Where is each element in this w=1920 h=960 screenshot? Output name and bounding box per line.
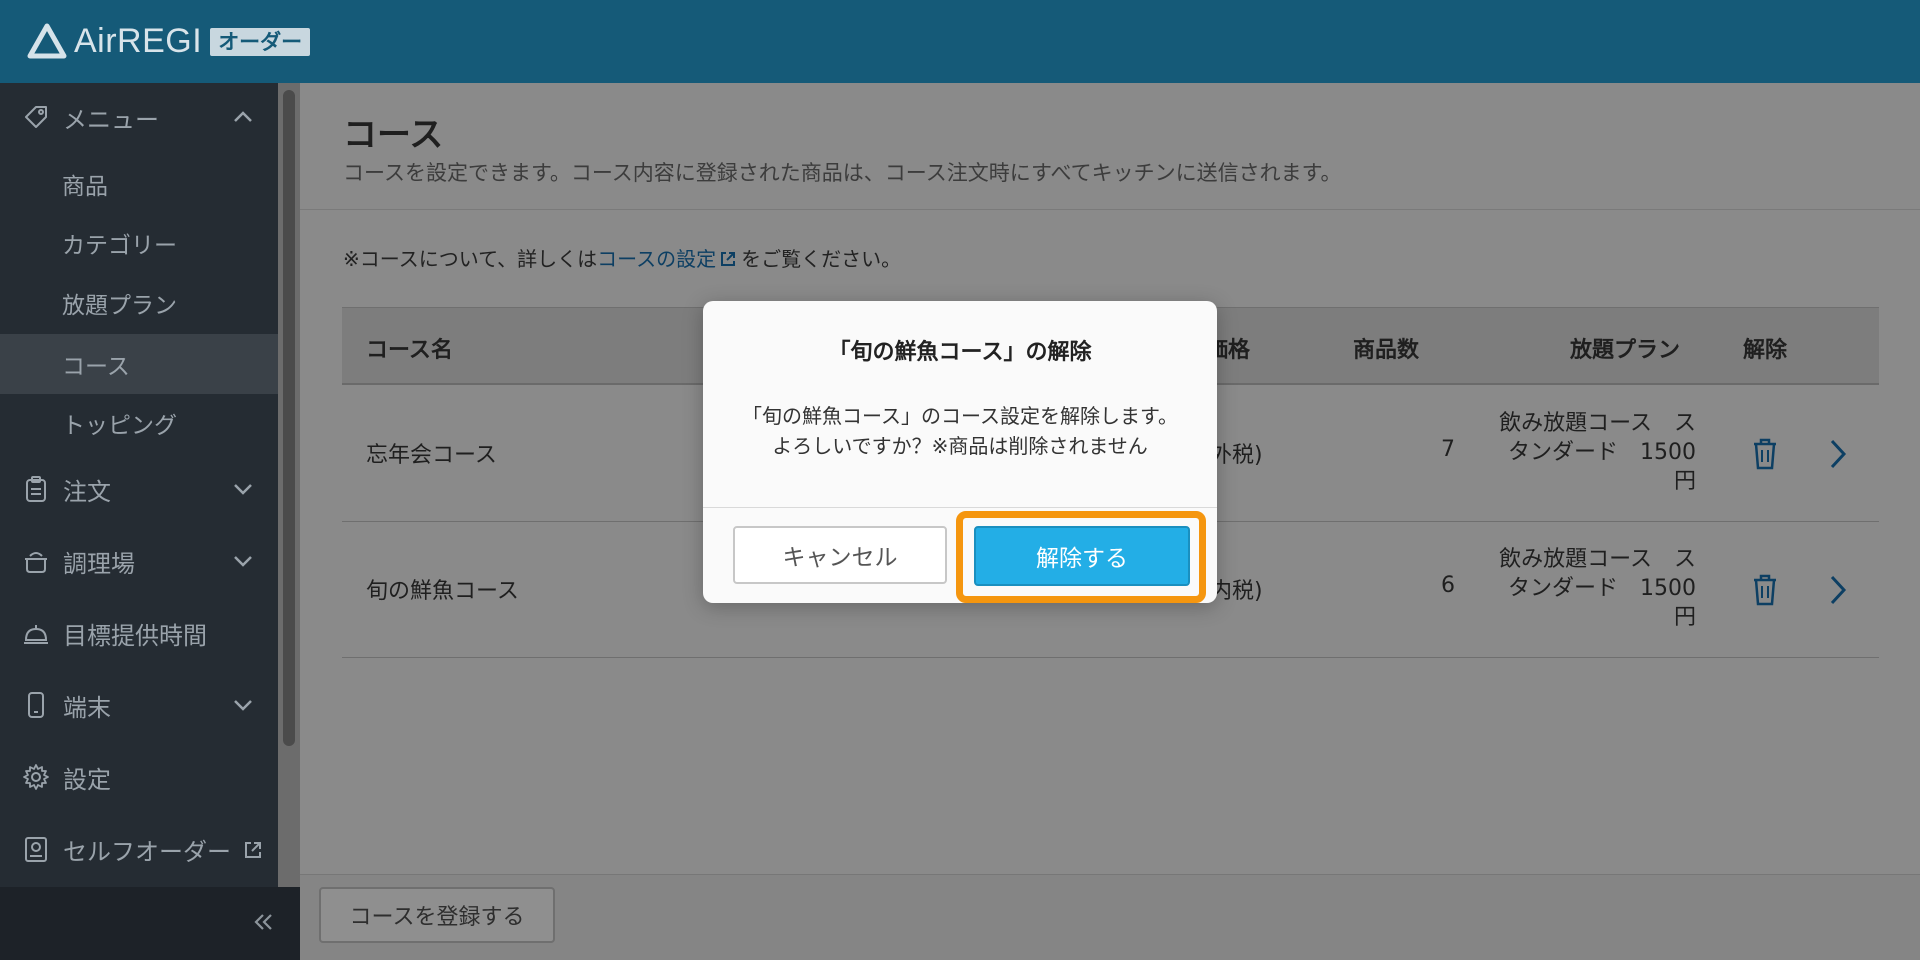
logo-badge: オーダー	[210, 27, 311, 56]
header-remove: 解除	[1743, 338, 1788, 363]
app-header: AirREGI オーダー	[0, 0, 1920, 83]
sidebar-item-label: セルフオーダー	[63, 837, 231, 866]
chevron-down-icon	[234, 556, 252, 567]
header-divider	[300, 209, 1920, 210]
external-link-icon	[245, 842, 261, 858]
chevron-down-icon	[234, 700, 252, 711]
plan-line: 円	[1673, 605, 1696, 630]
sidebar-item-label: 調理場	[63, 549, 135, 578]
course-plan: 飲み放題コース ス タンダード 1500 円	[1466, 409, 1696, 496]
sidebar-subitem-topping[interactable]: トッピング	[0, 393, 278, 453]
sidebar-scrollbar-thumb[interactable]	[283, 90, 295, 746]
plan-line: タンダード 1500	[1508, 440, 1696, 465]
sidebar-item-self-order[interactable]: セルフオーダー	[0, 827, 278, 871]
collapse-sidebar-icon[interactable]	[252, 911, 274, 933]
course-price: 内税)	[1210, 579, 1263, 604]
sidebar-subitem-label: トッピング	[62, 413, 177, 439]
header-course-name: コース名	[366, 338, 453, 363]
dialog-title: 「旬の鮮魚コース」の解除	[828, 340, 1092, 365]
gear-icon	[23, 764, 49, 790]
cancel-button[interactable]: キャンセル	[733, 526, 947, 584]
chevron-down-icon	[234, 484, 252, 495]
sidebar-item-menu[interactable]: メニュー	[0, 95, 278, 139]
sidebar-item-label: 目標提供時間	[63, 621, 207, 650]
logo-text: AirREGI	[74, 22, 203, 60]
sidebar-subitem-course[interactable]: コース	[0, 334, 278, 394]
trash-icon[interactable]	[1750, 573, 1780, 607]
confirm-remove-button[interactable]: 解除する	[974, 526, 1190, 586]
dialog-message-line: 「旬の鮮魚コース」のコース設定を解除します。	[742, 404, 1178, 428]
airregi-triangle-icon	[27, 23, 67, 58]
sidebar-item-settings[interactable]: 設定	[0, 755, 278, 799]
external-link-icon[interactable]	[719, 250, 737, 268]
plan-line: タンダード 1500	[1508, 576, 1696, 601]
sidebar-subitem-label: 放題プラン	[62, 293, 177, 319]
page-description: コースを設定できます。コース内容に登録された商品は、コース注文時にすべてキッチン…	[343, 161, 1342, 185]
chevron-right-icon[interactable]	[1828, 437, 1848, 471]
sidebar-subitem-products[interactable]: 商品	[0, 154, 278, 214]
plan-line: 飲み放題コース ス	[1499, 547, 1696, 572]
header-plan: 放題プラン	[1570, 338, 1681, 363]
sidebar-subitem-label: コース	[62, 354, 130, 380]
sidebar-subitem-plans[interactable]: 放題プラン	[0, 273, 278, 333]
self-order-card-icon	[25, 837, 47, 862]
sidebar-subitem-label: カテゴリー	[62, 233, 177, 259]
sidebar-item-devices[interactable]: 端末	[0, 683, 278, 727]
sidebar-item-label: 注文	[63, 477, 111, 506]
page-title: コース	[343, 115, 444, 155]
dialog-message-line: よろしいですか？※商品は削除されません	[772, 434, 1148, 458]
sidebar-item-label: 端末	[63, 693, 111, 722]
sidebar-subitem-category[interactable]: カテゴリー	[0, 213, 278, 273]
sidebar-subitem-label: 商品	[62, 174, 108, 200]
header-item-count: 商品数	[1353, 338, 1420, 363]
trash-icon[interactable]	[1750, 437, 1780, 471]
plan-line: 飲み放題コース ス	[1499, 411, 1696, 436]
course-settings-link[interactable]: コースの設定	[597, 247, 716, 271]
register-course-button[interactable]: コースを登録する	[319, 887, 555, 943]
note-prefix: ※コースについて、詳しくは	[343, 247, 598, 271]
chevron-up-icon	[234, 111, 252, 122]
app-logo: AirREGI オーダー	[26, 22, 311, 62]
course-name: 旬の鮮魚コース	[366, 579, 519, 604]
clipboard-icon	[26, 476, 46, 502]
chevron-right-icon[interactable]	[1828, 573, 1848, 607]
help-note: ※コースについて、詳しくはコースの設定 をご覧ください。	[343, 243, 901, 272]
course-plan: 飲み放題コース ス タンダード 1500 円	[1466, 545, 1696, 632]
course-price: 外税)	[1210, 443, 1263, 468]
course-item-count: 6	[1441, 573, 1455, 598]
course-name: 忘年会コース	[366, 443, 497, 468]
sidebar-item-kitchen[interactable]: 調理場	[0, 539, 278, 583]
dialog-divider	[703, 507, 1217, 508]
cooking-pot-icon	[25, 552, 47, 573]
smartphone-icon	[28, 692, 44, 718]
sidebar-item-label: メニュー	[63, 105, 159, 134]
note-suffix: をご覧ください。	[741, 247, 902, 271]
plan-line: 円	[1673, 469, 1696, 494]
tag-icon	[25, 106, 47, 128]
dialog-message: 「旬の鮮魚コース」のコース設定を解除します。 よろしいですか？※商品は削除されま…	[703, 401, 1217, 461]
service-bell-icon	[24, 625, 48, 644]
sidebar-item-orders[interactable]: 注文	[0, 467, 278, 511]
sidebar-item-label: 設定	[63, 765, 111, 794]
confirm-remove-dialog: 「旬の鮮魚コース」の解除 「旬の鮮魚コース」のコース設定を解除します。 よろしい…	[703, 301, 1217, 603]
course-item-count: 7	[1441, 437, 1455, 462]
sidebar-item-target-time[interactable]: 目標提供時間	[0, 611, 278, 655]
